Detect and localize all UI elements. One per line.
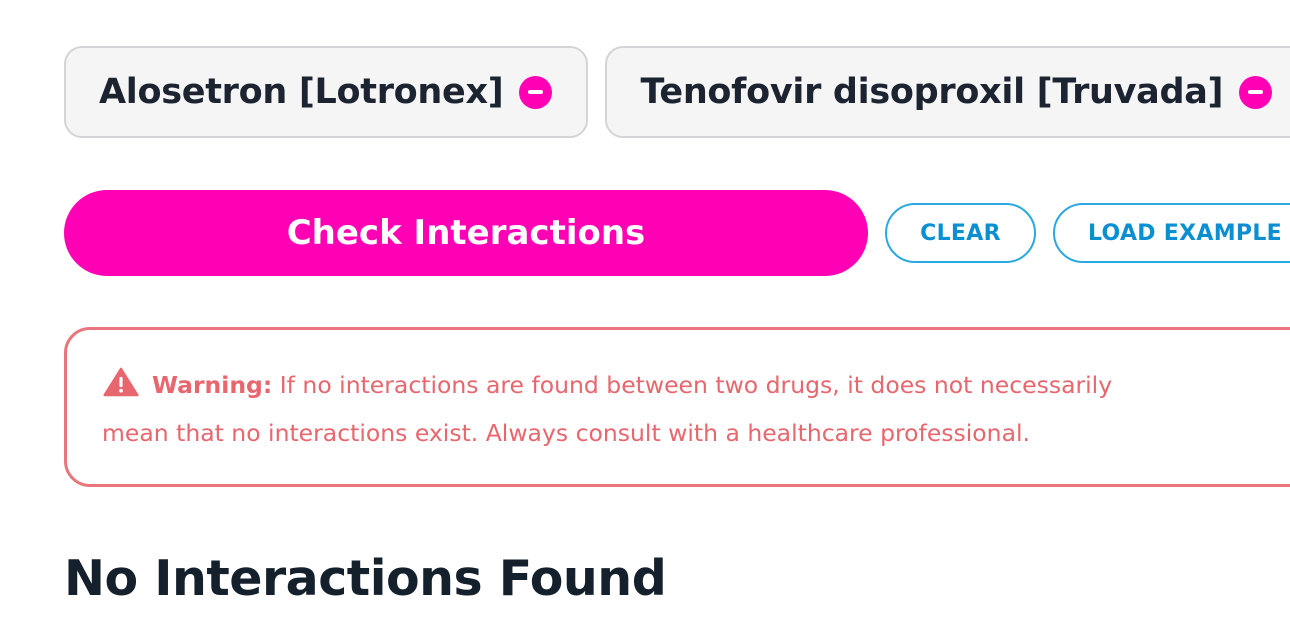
result-heading: No Interactions Found: [64, 550, 667, 607]
drug-chip-tenofovir: Tenofovir disoproxil [Truvada]: [605, 46, 1290, 138]
warning-box: Warning: If no interactions are found be…: [64, 327, 1290, 487]
warning-label: Warning:: [152, 371, 273, 399]
load-example-button[interactable]: LOAD EXAMPLE: [1053, 203, 1290, 263]
warning-text-line1: If no interactions are found between two…: [279, 371, 1113, 399]
drug-chip-alosetron: Alosetron [Lotronex]: [64, 46, 589, 138]
minus-circle-icon[interactable]: [519, 75, 553, 109]
minus-circle-icon[interactable]: [1239, 75, 1273, 109]
warning-triangle-icon: [103, 367, 139, 397]
drug-chip-label: Alosetron [Lotronex]: [99, 72, 504, 112]
selected-drugs: Alosetron [Lotronex] Tenofovir disoproxi…: [64, 46, 1290, 138]
warning-text-line2: mean that no interactions exist. Always …: [102, 419, 1030, 447]
check-interactions-button[interactable]: Check Interactions: [64, 190, 868, 276]
drug-interaction-checker: Alosetron [Lotronex] Tenofovir disoproxi…: [0, 0, 1290, 627]
drug-chip-label: Tenofovir disoproxil [Truvada]: [640, 72, 1224, 112]
clear-button[interactable]: CLEAR: [885, 203, 1036, 263]
